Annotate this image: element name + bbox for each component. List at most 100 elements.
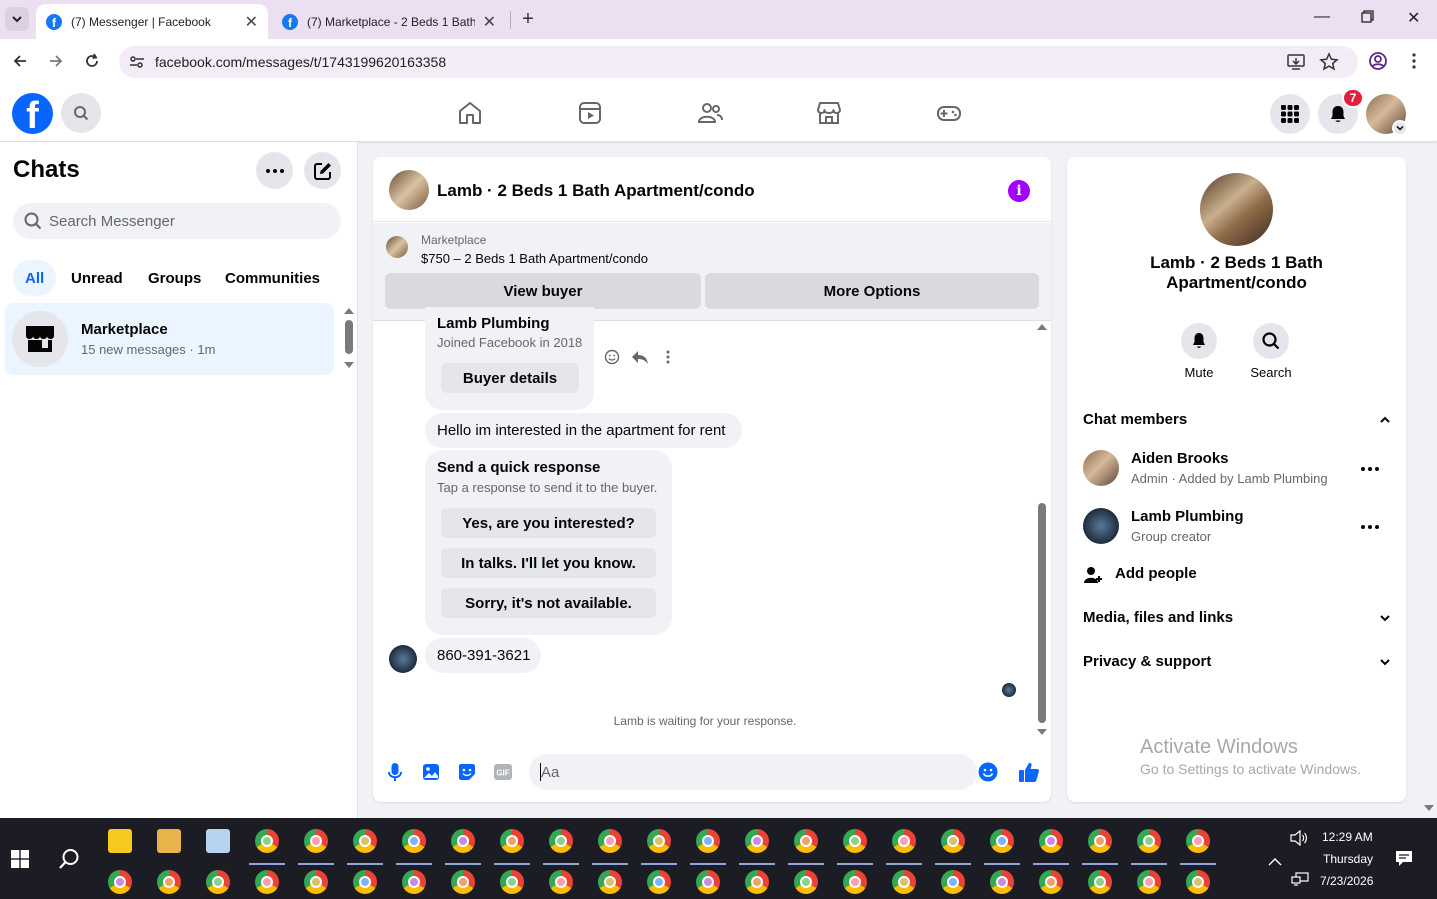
chats-scrollbar-thumb[interactable] — [345, 320, 353, 354]
back-button[interactable] — [10, 51, 30, 71]
filter-communities[interactable]: Communities — [213, 260, 332, 296]
chrome-window-icon[interactable] — [353, 870, 377, 894]
bookmark-star-icon[interactable] — [1319, 52, 1339, 75]
media-files-links-section[interactable]: Media, files and links — [1083, 609, 1391, 626]
new-tab-button[interactable]: + — [517, 8, 539, 31]
tab-search-dropdown[interactable] — [5, 7, 29, 31]
buyer-details-button[interactable]: Buyer details — [441, 363, 579, 393]
chrome-window-icon[interactable] — [941, 829, 965, 853]
chat-list-item-marketplace[interactable]: Marketplace 15 new messages · 1m — [5, 303, 334, 375]
view-buyer-button[interactable]: View buyer — [385, 273, 701, 309]
chrome-window-icon[interactable] — [304, 870, 328, 894]
profile-button[interactable] — [1368, 51, 1388, 71]
member-options-icon[interactable] — [1361, 513, 1379, 534]
network-icon[interactable] — [1291, 872, 1309, 889]
gif-icon[interactable]: GIF — [493, 762, 513, 782]
account-chevron[interactable] — [1392, 120, 1408, 136]
mute-action[interactable]: Mute — [1164, 323, 1234, 380]
browser-menu-button[interactable] — [1404, 51, 1424, 71]
close-tab-icon[interactable]: ✕ — [245, 12, 258, 32]
taskbar-search-icon[interactable] — [58, 848, 80, 873]
windows-start-icon[interactable] — [11, 850, 29, 871]
menu-button[interactable] — [1270, 94, 1310, 134]
nav-friends[interactable] — [696, 99, 724, 127]
react-emoji-icon[interactable] — [604, 349, 620, 368]
reply-icon[interactable] — [631, 349, 649, 368]
conversation-title[interactable]: Lamb · 2 Beds 1 Bath Apartment/condo — [437, 181, 755, 201]
omnibox[interactable]: facebook.com/messages/t/1743199620163358 — [119, 46, 1358, 78]
chrome-window-icon[interactable] — [794, 829, 818, 853]
chrome-window-icon[interactable] — [402, 870, 426, 894]
chrome-window-icon[interactable] — [647, 829, 671, 853]
sticker-icon[interactable] — [457, 762, 477, 782]
chrome-window-icon[interactable] — [1039, 870, 1063, 894]
chrome-window-icon[interactable] — [1039, 829, 1063, 853]
chrome-window-icon[interactable] — [598, 829, 622, 853]
minimize-button[interactable]: — — [1314, 8, 1330, 26]
chrome-window-icon[interactable] — [990, 870, 1014, 894]
restore-button[interactable] — [1361, 10, 1374, 28]
member-options-icon[interactable] — [1361, 455, 1379, 476]
chrome-window-icon[interactable] — [304, 829, 328, 853]
attach-image-icon[interactable] — [421, 762, 441, 782]
chrome-window-icon[interactable] — [451, 870, 475, 894]
clock-date[interactable]: 7/23/2026 — [1320, 874, 1373, 888]
facebook-search-button[interactable] — [61, 93, 101, 133]
facebook-logo[interactable]: f — [12, 93, 53, 134]
clock-day[interactable]: Thursday — [1323, 852, 1373, 866]
listing-title[interactable]: $750 – 2 Beds 1 Bath Apartment/condo — [421, 251, 648, 266]
emoji-icon[interactable] — [978, 762, 998, 785]
chrome-window-icon[interactable] — [157, 870, 181, 894]
chrome-window-icon[interactable] — [1088, 870, 1112, 894]
chrome-window-icon[interactable] — [108, 870, 132, 894]
chrome-window-icon[interactable] — [941, 870, 965, 894]
quick-response-yes[interactable]: Yes, are you interested? — [441, 508, 656, 538]
chrome-window-icon[interactable] — [745, 829, 769, 853]
scroll-up-arrow[interactable] — [1037, 324, 1047, 330]
chrome-window-icon[interactable] — [1186, 829, 1210, 853]
chrome-window-icon[interactable] — [1137, 870, 1161, 894]
voice-clip-icon[interactable] — [385, 762, 405, 782]
forward-button[interactable] — [46, 51, 66, 71]
privacy-support-section[interactable]: Privacy & support — [1083, 653, 1391, 670]
chrome-window-icon[interactable] — [353, 829, 377, 853]
chrome-window-icon[interactable] — [696, 870, 720, 894]
chrome-window-icon[interactable] — [745, 870, 769, 894]
chrome-window-icon[interactable] — [892, 870, 916, 894]
message-more-icon[interactable] — [666, 350, 670, 367]
scroll-up-arrow[interactable] — [344, 308, 354, 314]
sticky-notes-app-icon[interactable] — [108, 829, 132, 853]
filter-groups[interactable]: Groups — [136, 260, 213, 296]
chrome-window-icon[interactable] — [500, 829, 524, 853]
site-settings-icon[interactable] — [128, 53, 146, 74]
scroll-down-arrow[interactable] — [344, 362, 354, 368]
like-thumb-icon[interactable] — [1017, 760, 1041, 784]
search-messenger-input[interactable]: Search Messenger — [13, 203, 341, 239]
chat-members-section-header[interactable]: Chat members — [1083, 411, 1391, 428]
chrome-window-icon[interactable] — [255, 870, 279, 894]
chrome-window-icon[interactable] — [549, 829, 573, 853]
chrome-window-icon[interactable] — [843, 829, 867, 853]
message-composer-input[interactable]: Aa — [529, 754, 998, 790]
search-action[interactable]: Search — [1236, 323, 1306, 380]
show-hidden-icons-chevron[interactable] — [1268, 854, 1282, 870]
page-scroll-down-arrow[interactable] — [1424, 805, 1434, 811]
scroll-down-arrow[interactable] — [1037, 729, 1047, 735]
chrome-window-icon[interactable] — [1088, 829, 1112, 853]
conversation-profile-photo[interactable] — [1200, 173, 1273, 246]
close-window-button[interactable]: ✕ — [1407, 8, 1420, 28]
chats-options-button[interactable] — [256, 152, 293, 189]
tab-messenger[interactable]: f (7) Messenger | Facebook ✕ — [36, 4, 268, 39]
install-app-icon[interactable] — [1286, 52, 1306, 75]
conversation-info-icon[interactable]: i — [1008, 180, 1030, 202]
quick-response-not-available[interactable]: Sorry, it's not available. — [441, 588, 656, 618]
chrome-window-icon[interactable] — [1137, 829, 1161, 853]
chrome-window-icon[interactable] — [843, 870, 867, 894]
filter-unread[interactable]: Unread — [59, 260, 135, 296]
nav-marketplace[interactable] — [815, 99, 843, 127]
chrome-window-icon[interactable] — [549, 870, 573, 894]
chrome-window-icon[interactable] — [647, 870, 671, 894]
chrome-window-icon[interactable] — [990, 829, 1014, 853]
nav-video[interactable] — [576, 99, 604, 127]
chrome-window-icon[interactable] — [402, 829, 426, 853]
